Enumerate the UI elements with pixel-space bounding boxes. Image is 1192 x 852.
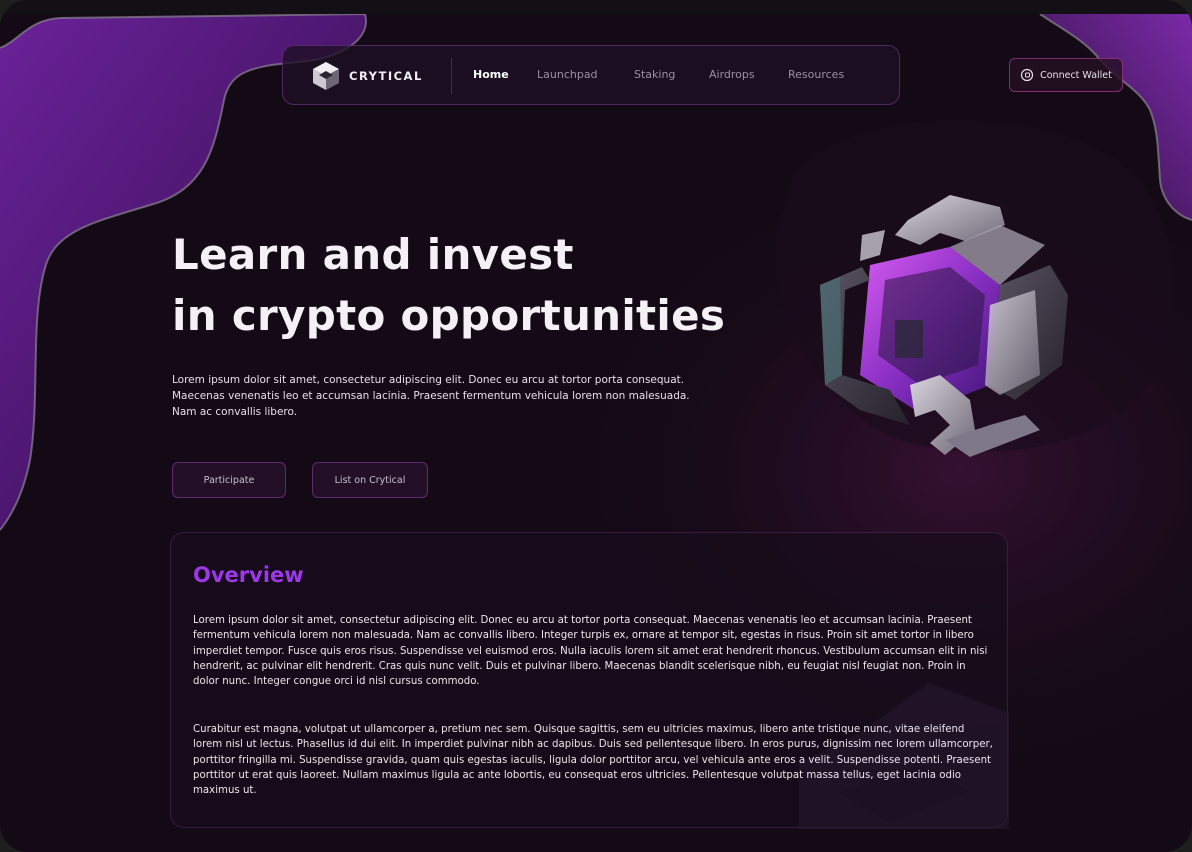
page-frame: CRYTICAL Home Launchpad Staking Airdrops… bbox=[0, 0, 1192, 852]
overview-paragraph-2: Curabitur est magna, volutpat ut ullamco… bbox=[193, 724, 993, 797]
hero-title: Learn and invest in crypto opportunities bbox=[172, 224, 792, 346]
nav-staking[interactable]: Staking bbox=[634, 68, 675, 81]
nav-divider bbox=[451, 58, 452, 94]
nav-launchpad[interactable]: Launchpad bbox=[537, 68, 598, 81]
nav-resources[interactable]: Resources bbox=[788, 68, 844, 81]
list-on-crytical-button[interactable]: List on Crytical bbox=[312, 462, 428, 498]
participate-button[interactable]: Participate bbox=[172, 462, 286, 498]
crypto-cube-illustration bbox=[820, 195, 1068, 457]
overview-card: Overview Lorem ipsum dolor sit amet, con… bbox=[170, 532, 1009, 829]
connect-wallet-button[interactable]: Connect Wallet bbox=[1009, 58, 1123, 92]
nav-airdrops[interactable]: Airdrops bbox=[709, 68, 755, 81]
hero-description: Lorem ipsum dolor sit amet, consectetur … bbox=[172, 374, 690, 418]
cube-logo-icon bbox=[313, 62, 339, 90]
wallet-icon bbox=[1021, 68, 1034, 82]
connect-wallet-label: Connect Wallet bbox=[1040, 69, 1112, 81]
brand-name: CRYTICAL bbox=[349, 69, 423, 83]
nav-home[interactable]: Home bbox=[473, 68, 509, 81]
hero-title-line-2: in crypto opportunities bbox=[172, 291, 726, 340]
participate-label: Participate bbox=[203, 474, 255, 486]
overview-title: Overview bbox=[193, 563, 304, 587]
brand-logo[interactable]: CRYTICAL bbox=[309, 59, 423, 93]
hero-title-line-1: Learn and invest bbox=[172, 230, 574, 279]
top-nav: CRYTICAL Home Launchpad Staking Airdrops… bbox=[282, 45, 900, 105]
overview-paragraph-1: Lorem ipsum dolor sit amet, consectetur … bbox=[193, 615, 988, 688]
list-on-crytical-label: List on Crytical bbox=[334, 474, 406, 486]
